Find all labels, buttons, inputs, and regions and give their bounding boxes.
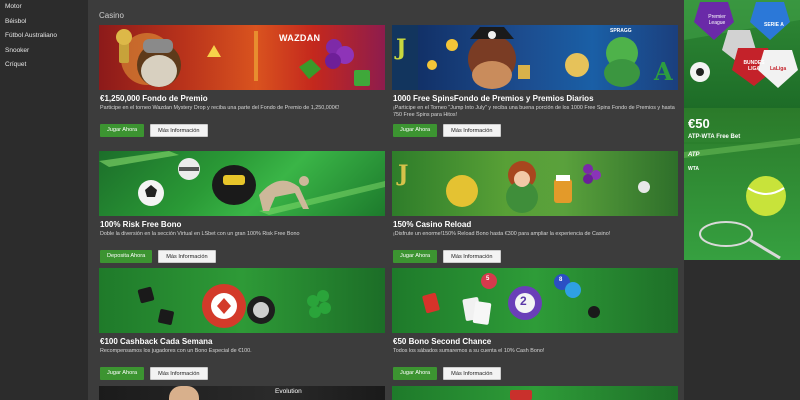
promo-banner[interactable]: Evolution <box>99 386 385 400</box>
casino-reload-banner-art: J <box>396 161 650 213</box>
svg-text:J: J <box>394 35 406 61</box>
bundesliga-label: BUNDES LIGA <box>743 60 765 72</box>
right-column: Premier League SERIE A BUNDES LIGA LaLig… <box>684 0 800 400</box>
promo-title: 100% Risk Free Bono <box>100 220 182 229</box>
laliga-label: LaLiga <box>770 66 787 72</box>
promo-actions: Jugar Ahora Más Información <box>100 367 208 380</box>
atp-logo: ATP <box>688 152 700 158</box>
promo-card-cashback: €100 Cashback Cada Semana Recompensamos … <box>99 268 385 383</box>
free-spins-banner-art: J A <box>392 25 673 90</box>
cashback-banner-art <box>137 284 331 328</box>
presenter-figure <box>169 386 199 400</box>
promo-card-partial <box>392 386 678 400</box>
promo-description: Recompensamos los jugadores con un Bono … <box>100 348 252 354</box>
leagues-art <box>684 0 800 88</box>
play-now-button[interactable]: Jugar Ahora <box>100 124 145 137</box>
sidebar-item-beisbol[interactable]: Béisbol <box>0 15 88 30</box>
promo-description: ¡Participe en el Torneo "Jump Into July"… <box>393 105 675 118</box>
bingo-ball-number: 2 <box>520 294 527 308</box>
risk-free-banner-art <box>99 151 385 215</box>
leagues-promo-banner[interactable]: Premier League SERIE A BUNDES LIGA LaLig… <box>684 0 800 108</box>
promo-banner[interactable]: 5 2 8 <box>392 268 678 333</box>
promo-title: €50 Bono Second Chance <box>393 337 492 346</box>
promo-description: Todos los sábados sumaremos a su cuenta … <box>393 348 545 354</box>
sidebar-item-futbol-australiano[interactable]: Fútbol Australiano <box>0 29 88 44</box>
sidebar: Motor Béisbol Fútbol Australiano Snooker… <box>0 0 88 400</box>
promo-actions: Jugar Ahora Más Información <box>393 250 501 263</box>
tennis-art <box>684 138 800 260</box>
promo-card-second-chance: 5 2 8 €50 Bono Second Chance Todos los s… <box>392 268 678 383</box>
main-content: Casino WAZDAN €1,250,000 Fondo de Premio… <box>88 0 684 400</box>
spragg-logo-text: SPRAGG <box>610 28 632 34</box>
play-now-button[interactable]: Jugar Ahora <box>393 367 438 380</box>
section-title: Casino <box>99 11 124 20</box>
promo-card-wazdan: WAZDAN €1,250,000 Fondo de Premio Partic… <box>99 25 385 140</box>
wazdan-banner-art <box>116 29 370 87</box>
promo-banner[interactable] <box>99 268 385 333</box>
promo-actions: Jugar Ahora Más Información <box>393 367 501 380</box>
promo-card-evolution: Evolution <box>99 386 385 400</box>
deposit-now-button[interactable]: Deposita Ahora <box>100 250 153 263</box>
promo-banner[interactable] <box>99 151 385 216</box>
premier-league-label: Premier League <box>708 14 726 26</box>
wta-logo: WTA <box>688 166 700 172</box>
promo-actions: Jugar Ahora Más Información <box>100 124 208 137</box>
promo-title: 1000 Free SpinsFondo de Premios y Premio… <box>393 94 594 103</box>
promo-title: €100 Cashback Cada Semana <box>100 337 213 346</box>
more-info-button[interactable]: Más Información <box>443 250 501 263</box>
promo-card-free-spins: J A SPRAGG 1000 Free SpinsFondo de Premi… <box>392 25 678 140</box>
promo-description: Doble la diversión en la sección Virtual… <box>100 231 300 237</box>
promo-description: ¡Disfrute un enorme!150% Reload Bono has… <box>393 231 611 237</box>
decorative-shape <box>510 390 532 400</box>
play-now-button[interactable]: Jugar Ahora <box>393 250 438 263</box>
sidebar-item-motor[interactable]: Motor <box>0 0 88 15</box>
promo-banner[interactable]: J A SPRAGG <box>392 25 678 90</box>
promo-banner[interactable]: J <box>392 151 678 216</box>
promo-banner[interactable]: WAZDAN <box>99 25 385 90</box>
serie-a-label: SERIE A <box>764 22 784 28</box>
sidebar-item-snooker[interactable]: Snooker <box>0 44 88 59</box>
more-info-button[interactable]: Más Información <box>443 124 501 137</box>
svg-text:A: A <box>653 57 673 86</box>
promo-banner[interactable] <box>392 386 678 400</box>
promo-description: Participe en el torneo Wazdan Mystery Dr… <box>100 105 340 111</box>
bingo-ball-number: 8 <box>559 277 563 283</box>
play-now-button[interactable]: Jugar Ahora <box>393 124 438 137</box>
evolution-logo-text: Evolution <box>275 388 302 395</box>
promo-title: €1,250,000 Fondo de Premio <box>100 94 208 103</box>
promo-actions: Deposita Ahora Más Información <box>100 250 216 263</box>
page: Motor Béisbol Fútbol Australiano Snooker… <box>0 0 800 400</box>
svg-text:J: J <box>396 161 408 187</box>
more-info-button[interactable]: Más Información <box>158 250 216 263</box>
promo-title: 150% Casino Reload <box>393 220 472 229</box>
atp-wta-promo-banner[interactable]: €50 ATP-WTA Free Bet ATP WTA <box>684 108 800 260</box>
more-info-button[interactable]: Más Información <box>150 124 208 137</box>
promo-card-risk-free: 100% Risk Free Bono Doble la diversión e… <box>99 151 385 266</box>
second-chance-banner-art <box>422 273 600 325</box>
wazdan-logo-text: WAZDAN <box>279 33 321 43</box>
play-now-button[interactable]: Jugar Ahora <box>100 367 145 380</box>
sidebar-item-criquet[interactable]: Críquet <box>0 58 88 73</box>
promo-actions: Jugar Ahora Más Información <box>393 124 501 137</box>
bingo-ball-number: 5 <box>486 276 490 282</box>
more-info-button[interactable]: Más Información <box>150 367 208 380</box>
more-info-button[interactable]: Más Información <box>443 367 501 380</box>
promo-card-casino-reload: J 150% Casino Reload ¡Disfrute un enorme… <box>392 151 678 266</box>
